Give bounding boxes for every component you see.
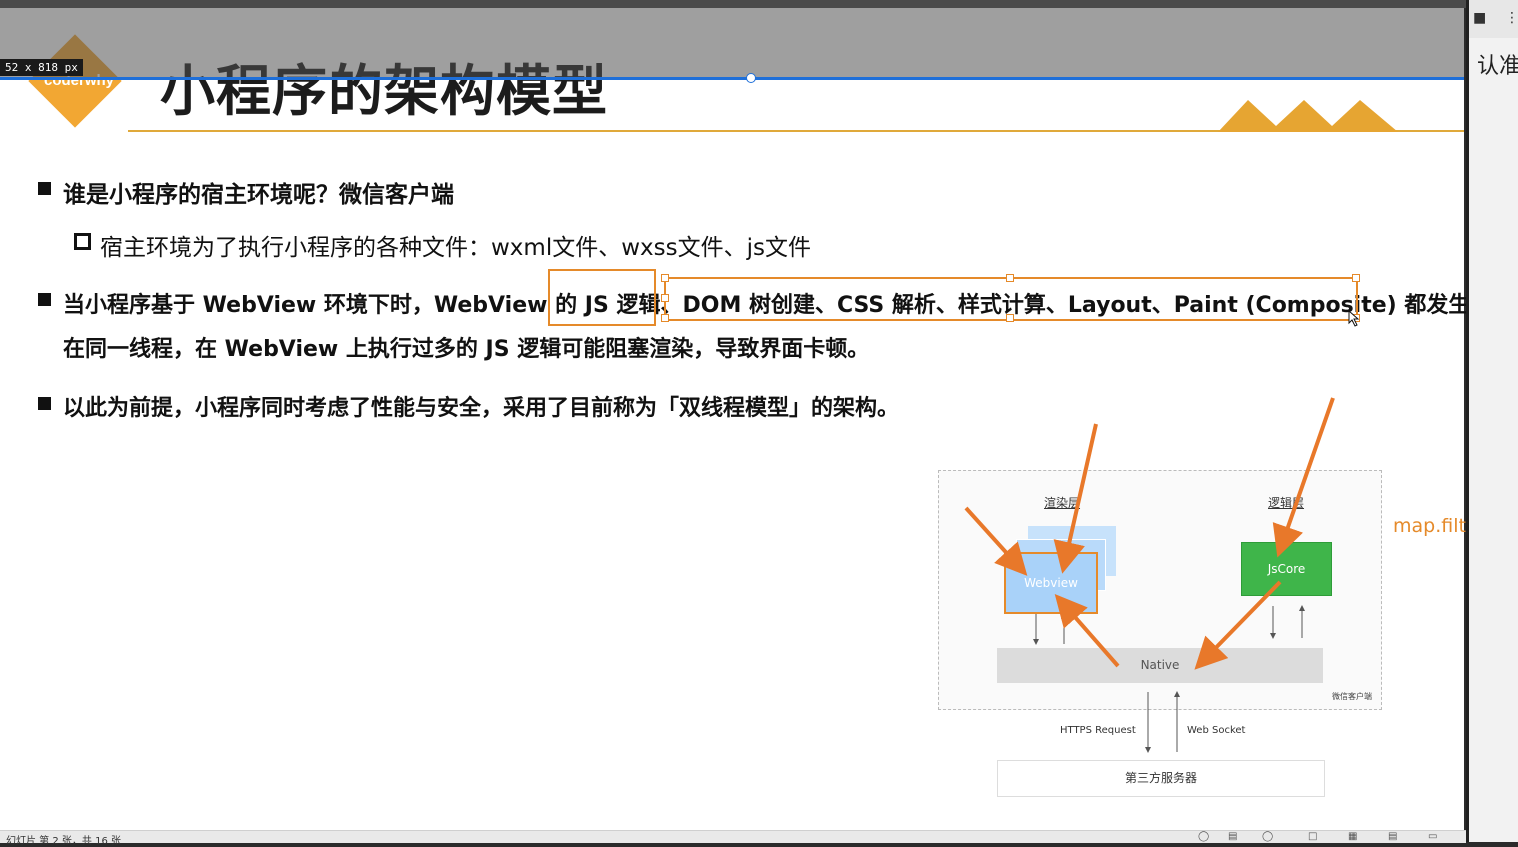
slideshow-icon[interactable]: ▭ bbox=[1428, 831, 1437, 842]
reading-view-icon[interactable]: ▤ bbox=[1388, 831, 1397, 842]
accessibility-icon[interactable]: ◯ bbox=[1198, 831, 1209, 842]
annotation-arrow bbox=[1272, 397, 1335, 558]
slide-count: 幻灯片 第 2 张，共 16 张 bbox=[6, 836, 121, 847]
normal-view-icon[interactable]: □ bbox=[1308, 831, 1317, 842]
annotation-arrow bbox=[1053, 423, 1098, 574]
notes-icon[interactable]: ▤ bbox=[1228, 831, 1237, 842]
annotation-arrow bbox=[1054, 593, 1120, 668]
comments-icon[interactable]: ◯ bbox=[1262, 831, 1273, 842]
annotation-arrow bbox=[1194, 580, 1282, 670]
more-options-icon[interactable]: ⋮ bbox=[1505, 10, 1518, 26]
mouse-cursor-icon bbox=[1348, 309, 1360, 327]
annotation-arrows bbox=[964, 309, 1360, 753]
right-side-panel: ■ ⋮ 认准- bbox=[1466, 0, 1518, 842]
annotation-arrow bbox=[964, 506, 1028, 576]
user-icon[interactable]: ■ bbox=[1473, 10, 1486, 26]
right-panel-text: 认准- bbox=[1477, 54, 1518, 79]
slide-sorter-icon[interactable]: ▦ bbox=[1348, 831, 1357, 842]
status-bar: 幻灯片 第 2 张，共 16 张 ◯ ▤ ◯ □ ▦ ▤ ▭ bbox=[0, 830, 1466, 847]
